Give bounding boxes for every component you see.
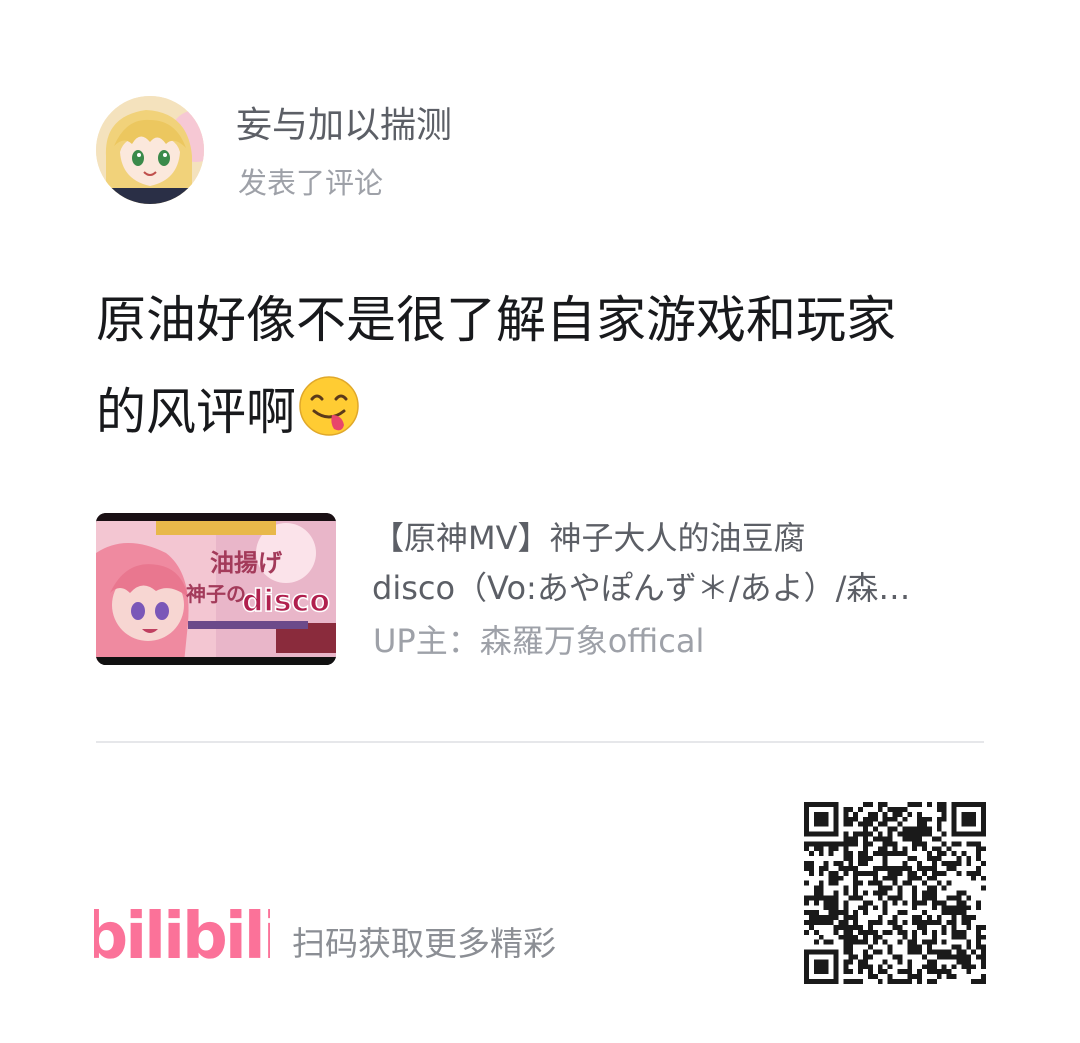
share-card: 妄与加以揣测 发表了评论 原油好像不是很了解自家游戏和玩家 的风评啊 油揚げ 神… <box>0 0 1080 1043</box>
comment-line-2-text: 的风评啊 <box>96 383 296 441</box>
thumbnail-title-text-2: 神子の <box>186 582 246 606</box>
video-title-line-1: 【原神MV】神子大人的油豆腐 <box>372 519 806 557</box>
video-title[interactable]: 【原神MV】神子大人的油豆腐 disco（Vo:あやぽんず＊/あよ）/森… <box>372 513 972 613</box>
video-card[interactable]: 油揚げ 神子の disco 【原神MV】神子大人的油豆腐 disco（Vo:あや… <box>96 513 986 665</box>
thumbnail-title-text-1: 油揚げ <box>210 548 283 577</box>
yum-face-emoji <box>298 375 360 437</box>
bilibili-logo-icon: bilibili <box>94 900 270 974</box>
username[interactable]: 妄与加以揣测 <box>236 104 452 148</box>
divider <box>96 741 984 743</box>
video-uploader[interactable]: UP主：森羅万象offical <box>373 619 704 663</box>
comment-line-2: 的风评啊 <box>96 366 986 458</box>
action-text: 发表了评论 <box>238 166 384 200</box>
video-title-line-2: disco（Vo:あやぽんず＊/あよ）/森… <box>372 569 911 607</box>
scan-prompt: 扫码获取更多精彩 <box>292 924 556 963</box>
bilibili-logo-text: bilibili <box>94 900 270 974</box>
qr-code-icon[interactable] <box>804 802 986 984</box>
avatar-image <box>96 96 204 204</box>
video-thumbnail[interactable]: 油揚げ 神子の disco <box>96 513 336 665</box>
comment-text: 原油好像不是很了解自家游戏和玩家 的风评啊 <box>96 274 986 458</box>
thumbnail-title-text-3: disco <box>242 584 330 619</box>
comment-line-1: 原油好像不是很了解自家游戏和玩家 <box>96 291 896 349</box>
avatar[interactable] <box>96 96 204 204</box>
bilibili-logo: bilibili <box>94 898 270 974</box>
